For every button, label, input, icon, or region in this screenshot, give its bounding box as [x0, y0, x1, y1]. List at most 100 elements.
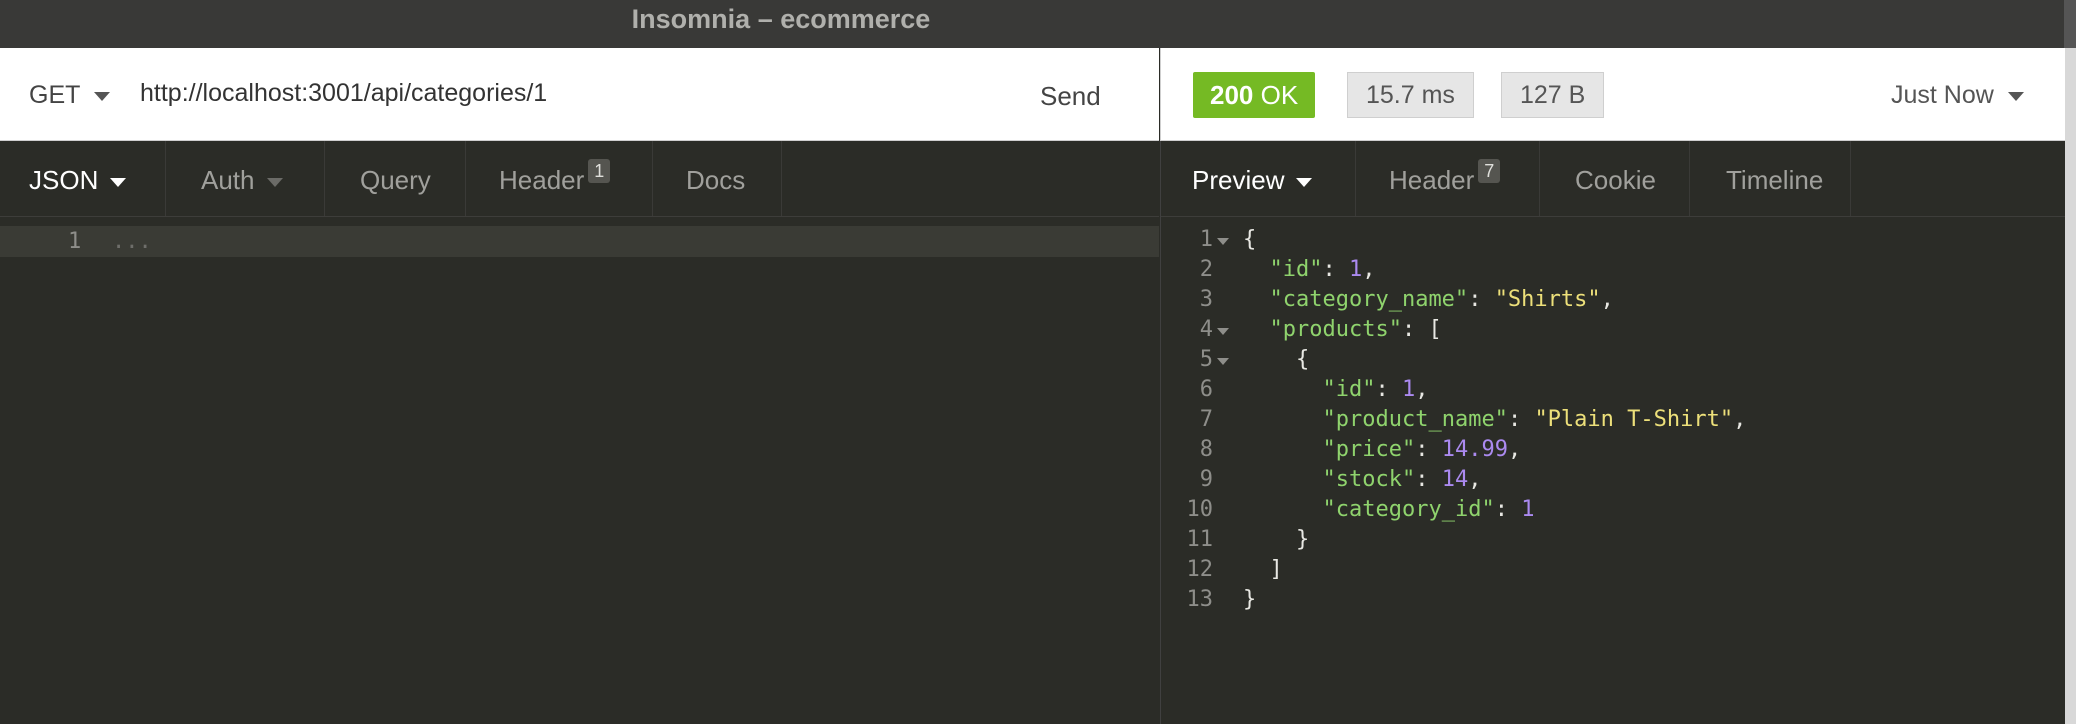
- request-pane: JSON Auth Query Header 1 Docs 1 ...: [0, 141, 1159, 724]
- code-token: {: [1296, 347, 1310, 372]
- method-dropdown[interactable]: GET: [29, 81, 111, 110]
- tab-timeline[interactable]: Timeline: [1691, 141, 1851, 216]
- code-token: :: [1494, 497, 1522, 522]
- tab-label: Auth: [201, 165, 255, 195]
- code-line: 13}: [1161, 585, 2065, 615]
- code-token: 14.99: [1441, 437, 1508, 462]
- code-token: ,: [1415, 377, 1429, 402]
- code-token: ,: [1468, 467, 1482, 492]
- response-tabs: Preview Header 7 Cookie Timeline: [1161, 141, 2065, 217]
- request-body-editor[interactable]: 1 ...: [0, 226, 1159, 257]
- code-token: "Shirts": [1494, 287, 1601, 312]
- line-number: 7: [1199, 407, 1213, 432]
- status-code: 200: [1210, 80, 1254, 110]
- tab-cookie[interactable]: Cookie: [1541, 141, 1690, 216]
- code-text: "category_id": 1: [1323, 495, 1535, 525]
- line-number: 12: [1186, 557, 1214, 582]
- chevron-down-icon: [110, 177, 127, 187]
- response-time: 15.7 ms: [1347, 72, 1474, 118]
- code-token: :: [1507, 407, 1535, 432]
- method-label: GET: [29, 81, 81, 109]
- code-token: 1: [1521, 497, 1535, 522]
- code-line: 5{: [1161, 345, 2065, 375]
- line-number: 2: [1199, 257, 1213, 282]
- code-line: 3 "category_name": "Shirts",: [1161, 285, 2065, 315]
- code-token: }: [1296, 527, 1310, 552]
- tab-preview[interactable]: Preview: [1161, 141, 1356, 216]
- code-text: "price": 14.99,: [1323, 435, 1522, 465]
- line-number: 11: [1186, 527, 1214, 552]
- line-number: 3: [1199, 287, 1213, 312]
- code-token: :: [1415, 467, 1442, 492]
- tab-label: Docs: [686, 165, 746, 195]
- code-token: {: [1243, 227, 1257, 252]
- code-token: :: [1468, 287, 1495, 312]
- tab-label: Query: [360, 165, 431, 195]
- code-token: "category_name": [1269, 287, 1469, 312]
- window-edge: [2064, 0, 2076, 724]
- code-token: 1: [1401, 377, 1416, 402]
- code-line: 6 "id": 1,: [1161, 375, 2065, 405]
- tab-docs[interactable]: Docs: [654, 141, 782, 216]
- code-token: :: [1415, 437, 1442, 462]
- code-line: 12]: [1161, 555, 2065, 585]
- code-text: "id": 1,: [1270, 255, 1376, 285]
- fold-toggle-icon[interactable]: [1217, 238, 1229, 245]
- line-number: 5: [1199, 347, 1213, 372]
- response-body-viewer[interactable]: 1 {2 "id": 1, 3 "category_name": "Shirts", 4 "…: [1161, 225, 2065, 615]
- tab-header[interactable]: Header 1: [467, 141, 653, 216]
- code-token: "Plain T-Shirt": [1534, 407, 1734, 432]
- history-label: Just Now: [1891, 81, 1994, 109]
- line-number: 1: [68, 229, 82, 254]
- history-dropdown[interactable]: Just Now: [1891, 81, 2024, 110]
- tab-label: Cookie: [1575, 165, 1656, 195]
- tab-label: Header: [1389, 165, 1475, 195]
- code-line: 2 "id": 1,: [1161, 255, 2065, 285]
- editor-placeholder: ...: [112, 229, 152, 254]
- code-token: "category_id": [1322, 497, 1495, 522]
- response-pane: Preview Header 7 Cookie Timeline 1{2 "id":…: [1160, 141, 2065, 724]
- line-number: 9: [1199, 467, 1213, 492]
- code-token: ,: [1507, 437, 1522, 462]
- url-input[interactable]: [140, 70, 1020, 116]
- chevron-down-icon: [2007, 91, 2024, 101]
- code-text: "id": 1,: [1323, 375, 1429, 405]
- line-number: 1: [1199, 227, 1213, 252]
- tab-query[interactable]: Query: [326, 141, 466, 216]
- code-text: "products": [: [1270, 315, 1442, 345]
- url-bar: GET Send: [0, 48, 1159, 141]
- chevron-down-icon: [1296, 177, 1313, 187]
- tab-json[interactable]: JSON: [0, 141, 166, 216]
- line-number: 4: [1199, 317, 1213, 342]
- code-line: 9 "stock": 14,: [1161, 465, 2065, 495]
- code-token: 1: [1348, 257, 1363, 282]
- code-token: "product_name": [1322, 407, 1508, 432]
- send-button[interactable]: Send: [1040, 81, 1101, 112]
- code-line: 4 "products": [: [1161, 315, 2065, 345]
- code-text: ]: [1270, 555, 1283, 585]
- code-token: }: [1243, 587, 1257, 612]
- code-text: "stock": 14,: [1323, 465, 1482, 495]
- code-token: "stock": [1322, 467, 1416, 492]
- code-token: "products": [1269, 317, 1402, 342]
- code-token: ,: [1600, 287, 1614, 312]
- code-line: 11}: [1161, 525, 2065, 555]
- window-title: Insomnia – ecommerce: [631, 4, 931, 34]
- code-line: 7 "product_name": "Plain T-Shirt",: [1161, 405, 2065, 435]
- line-number: 6: [1199, 377, 1213, 402]
- code-line: 8 "price": 14.99,: [1161, 435, 2065, 465]
- code-token: ,: [1362, 257, 1376, 282]
- title-bar: Insomnia – ecommerce: [0, 0, 2064, 49]
- tab-response-header[interactable]: Header 7: [1357, 141, 1540, 216]
- tab-auth[interactable]: Auth: [167, 141, 325, 216]
- tab-label: JSON: [29, 165, 99, 195]
- fold-toggle-icon[interactable]: [1217, 358, 1229, 365]
- code-text: "category_name": "Shirts",: [1270, 285, 1614, 315]
- header-count-badge: 7: [1478, 159, 1501, 183]
- request-tabs: JSON Auth Query Header 1 Docs: [0, 141, 1159, 217]
- status-text: OK: [1260, 80, 1299, 110]
- code-token: ]: [1269, 557, 1283, 582]
- fold-toggle-icon[interactable]: [1217, 328, 1229, 335]
- tab-label: Header: [499, 165, 585, 195]
- code-token: :: [1322, 257, 1349, 282]
